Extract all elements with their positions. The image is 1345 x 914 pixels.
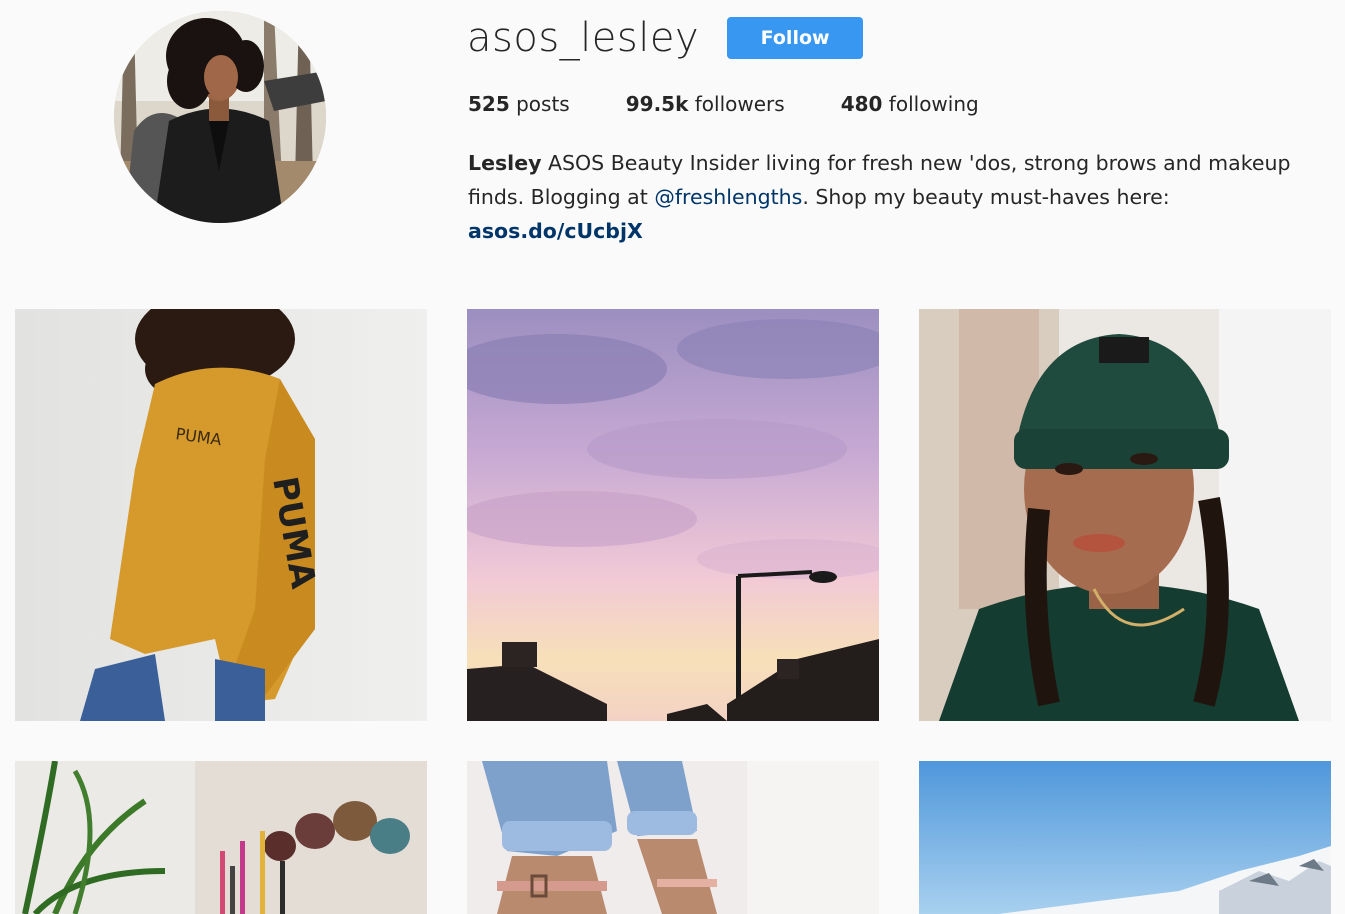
posts-label: posts: [516, 92, 570, 116]
followers-stat[interactable]: 99.5k followers: [626, 92, 785, 116]
puma-sweatshirt-photo-icon: PUMA PUMA: [15, 309, 427, 721]
posts-stat: 525 posts: [468, 92, 570, 116]
profile-page: asos_lesley Follow 525 posts 99.5k follo…: [0, 0, 1345, 914]
bio-mention-link[interactable]: @freshlengths: [654, 185, 802, 209]
makeup-brushes-photo-icon: [15, 761, 427, 914]
post-thumbnail[interactable]: PUMA PUMA: [15, 309, 427, 721]
followers-label: followers: [694, 92, 785, 116]
sunset-sky-photo-icon: [467, 309, 879, 721]
bio-external-link[interactable]: asos.do/cUcbjX: [468, 214, 643, 248]
following-stat[interactable]: 480 following: [841, 92, 979, 116]
post-thumbnail[interactable]: [15, 761, 427, 914]
follow-button[interactable]: Follow: [727, 17, 864, 59]
posts-count: 525: [468, 92, 510, 116]
post-thumbnail[interactable]: [467, 761, 879, 914]
profile-stats: 525 posts 99.5k followers 480 following: [468, 92, 1035, 116]
post-thumbnail[interactable]: [919, 309, 1331, 721]
following-label: following: [888, 92, 979, 116]
username: asos_lesley: [467, 15, 700, 61]
followers-count: 99.5k: [625, 92, 689, 116]
post-thumbnail[interactable]: [919, 761, 1331, 914]
snowy-mountain-photo-icon: [919, 761, 1331, 914]
jeans-shoes-photo-icon: [467, 761, 879, 914]
profile-avatar[interactable]: [114, 11, 326, 223]
profile-photo-icon: [114, 11, 326, 223]
bio-text-2: . Shop my beauty must-haves here:: [802, 185, 1170, 209]
username-row: asos_lesley Follow: [467, 10, 864, 66]
post-thumbnail[interactable]: [467, 309, 879, 721]
beanie-portrait-photo-icon: [919, 309, 1331, 721]
following-count: 480: [840, 92, 883, 116]
bio-name: Lesley: [468, 151, 542, 175]
profile-bio: Lesley ASOS Beauty Insider living for fr…: [468, 146, 1328, 248]
